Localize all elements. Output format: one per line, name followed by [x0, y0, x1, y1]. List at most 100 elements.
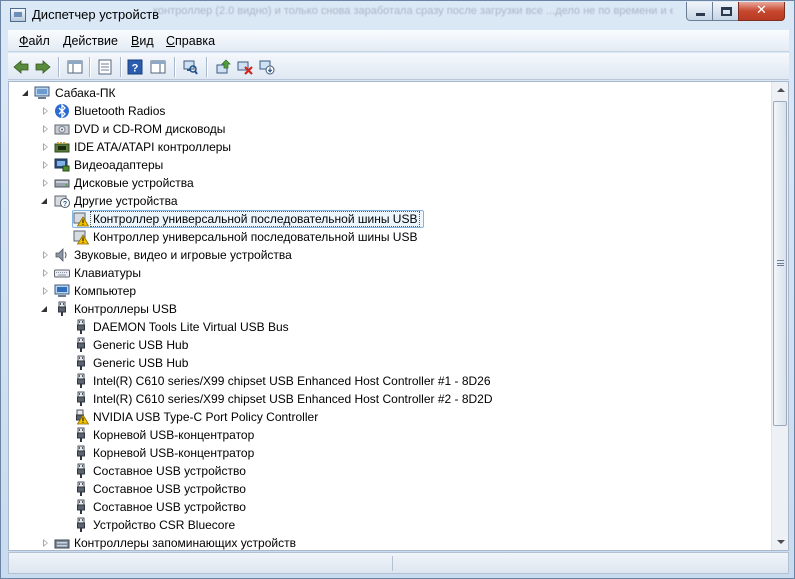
window-title: Диспетчер устройств	[32, 7, 160, 22]
tree-item-label: DAEMON Tools Lite Virtual USB Bus	[93, 320, 289, 334]
expand-arrow-icon[interactable]	[41, 125, 49, 133]
menu-view[interactable]: Вид	[131, 34, 154, 48]
expand-arrow-icon[interactable]	[41, 539, 49, 547]
device-tree[interactable]: Сабака-ПК Bluetooth Radios DVD и CD-ROM д…	[9, 82, 769, 550]
tree-item-label: Контроллеры USB	[74, 302, 177, 316]
usb-plug-icon	[77, 427, 85, 442]
close-button[interactable]: ✕	[738, 2, 785, 21]
tree-device[interactable]: DAEMON Tools Lite Virtual USB Bus	[9, 318, 749, 336]
expand-arrow-icon[interactable]	[41, 287, 49, 295]
expand-arrow-icon[interactable]	[41, 251, 49, 259]
ide-controller-icon	[54, 142, 70, 153]
tree-device[interactable]: Generic USB Hub	[9, 336, 749, 354]
action-pane-icon	[150, 60, 166, 74]
back-button[interactable]	[11, 57, 31, 77]
maximize-icon	[721, 7, 732, 16]
scrollbar-thumb[interactable]	[773, 101, 787, 426]
tree-category[interactable]: Контроллеры запоминающих устройств	[9, 534, 749, 550]
computer-icon	[54, 284, 70, 297]
action-pane-button[interactable]	[148, 57, 168, 77]
tree-device[interactable]: Generic USB Hub	[9, 354, 749, 372]
tree-device[interactable]: Составное USB устройство	[9, 480, 749, 498]
menu-file[interactable]: Файл	[19, 34, 50, 48]
tree-item-label: Составное USB устройство	[93, 482, 246, 496]
uninstall-button[interactable]	[235, 57, 255, 77]
tree-device[interactable]: Составное USB устройство	[9, 498, 749, 516]
minimize-button[interactable]	[686, 2, 713, 21]
scan-hardware-button[interactable]	[180, 57, 200, 77]
tree-device[interactable]: NVIDIA USB Type-C Port Policy Controller	[9, 408, 749, 426]
tree-category[interactable]: Компьютер	[9, 282, 749, 300]
expand-arrow-icon[interactable]	[41, 143, 49, 151]
tree-category[interactable]: Клавиатуры	[9, 264, 749, 282]
disable-device-icon	[259, 60, 275, 75]
tree-device[interactable]: Устройство CSR Bluecore	[9, 516, 749, 534]
menu-action[interactable]: Действие	[63, 34, 118, 48]
tree-category[interactable]: IDE ATA/ATAPI контроллеры	[9, 138, 749, 156]
properties-button[interactable]	[95, 57, 115, 77]
minimize-icon	[696, 13, 705, 16]
tree-category[interactable]: DVD и CD-ROM дисководы	[9, 120, 749, 138]
tree-item-label: Корневой USB-концентратор	[93, 446, 255, 460]
tree-device[interactable]: Intel(R) C610 series/X99 chipset USB Enh…	[9, 390, 749, 408]
expand-arrow-icon[interactable]	[41, 269, 49, 277]
expand-arrow-icon[interactable]	[41, 107, 49, 115]
vertical-scrollbar[interactable]	[771, 82, 788, 550]
collapse-arrow-icon[interactable]	[41, 197, 49, 205]
status-cell	[13, 556, 393, 571]
tree-item-label: Generic USB Hub	[93, 356, 189, 370]
usb-plug-icon	[77, 499, 85, 514]
tree-item-label: Intel(R) C610 series/X99 chipset USB Enh…	[93, 392, 493, 406]
usb-plug-icon	[77, 481, 85, 496]
tree-item-label: Дисковые устройства	[74, 176, 194, 190]
disable-device-button[interactable]	[257, 57, 277, 77]
collapse-arrow-icon[interactable]	[41, 305, 49, 313]
tree-category[interactable]: Контроллеры USB	[9, 300, 749, 318]
tree-category[interactable]: Видеоадаптеры	[9, 156, 749, 174]
tree-item-label: NVIDIA USB Type-C Port Policy Controller	[93, 410, 319, 424]
update-driver-button[interactable]	[213, 57, 233, 77]
tree-device[interactable]: Контроллер универсальной последовательно…	[9, 210, 749, 228]
tree-item-label: Другие устройства	[74, 194, 178, 208]
back-icon	[13, 60, 29, 74]
unknown-device-icon: ?	[54, 195, 70, 208]
disk-drive-icon	[54, 179, 70, 188]
usb-plug-icon	[77, 319, 85, 334]
bluetooth-icon	[55, 103, 69, 119]
tree-item-label: Составное USB устройство	[93, 500, 246, 514]
tree-item-label: Intel(R) C610 series/X99 chipset USB Enh…	[93, 374, 491, 388]
tree-item-label: Контроллеры запоминающих устройств	[74, 536, 296, 550]
forward-button[interactable]	[33, 57, 53, 77]
expand-arrow-icon[interactable]	[41, 179, 49, 187]
status-bar	[8, 552, 789, 574]
collapse-arrow-icon[interactable]	[22, 89, 30, 97]
tree-category[interactable]: Bluetooth Radios	[9, 102, 749, 120]
maximize-button[interactable]	[712, 2, 739, 21]
tree-root[interactable]: Сабака-ПК	[9, 84, 309, 102]
usb-plug-icon	[77, 373, 85, 388]
menu-help[interactable]: Справка	[166, 34, 215, 48]
expand-arrow-icon[interactable]	[41, 161, 49, 169]
tree-device[interactable]: Составное USB устройство	[9, 462, 749, 480]
optical-drive-icon	[54, 124, 70, 135]
menu-bar: Файл Действие Вид Справка	[8, 30, 789, 52]
warning-device-icon	[73, 230, 89, 245]
tree-category[interactable]: ? Другие устройства	[9, 192, 749, 210]
tree-category[interactable]: Звуковые, видео и игровые устройства	[9, 246, 749, 264]
tree-item-label: DVD и CD-ROM дисководы	[74, 122, 226, 136]
tree-item-label: Составное USB устройство	[93, 464, 246, 478]
scroll-down-arrow[interactable]	[772, 533, 788, 550]
tree-device[interactable]: Контроллер универсальной последовательно…	[9, 228, 749, 246]
tree-device[interactable]: Корневой USB-концентратор	[9, 444, 749, 462]
usb-plug-icon	[77, 445, 85, 460]
scroll-up-arrow[interactable]	[772, 82, 788, 99]
help-icon: ?	[127, 59, 143, 75]
tree-item-label: Корневой USB-концентратор	[93, 428, 255, 442]
tree-device[interactable]: Корневой USB-концентратор	[9, 426, 749, 444]
usb-plug-icon	[77, 355, 85, 370]
help-button[interactable]: ?	[125, 57, 145, 77]
title-bar[interactable]: Диспетчер устройств контроллер (2.0 видн…	[1, 1, 794, 29]
show-hide-tree-button[interactable]	[65, 57, 85, 77]
tree-device[interactable]: Intel(R) C610 series/X99 chipset USB Enh…	[9, 372, 749, 390]
tree-category[interactable]: Дисковые устройства	[9, 174, 749, 192]
